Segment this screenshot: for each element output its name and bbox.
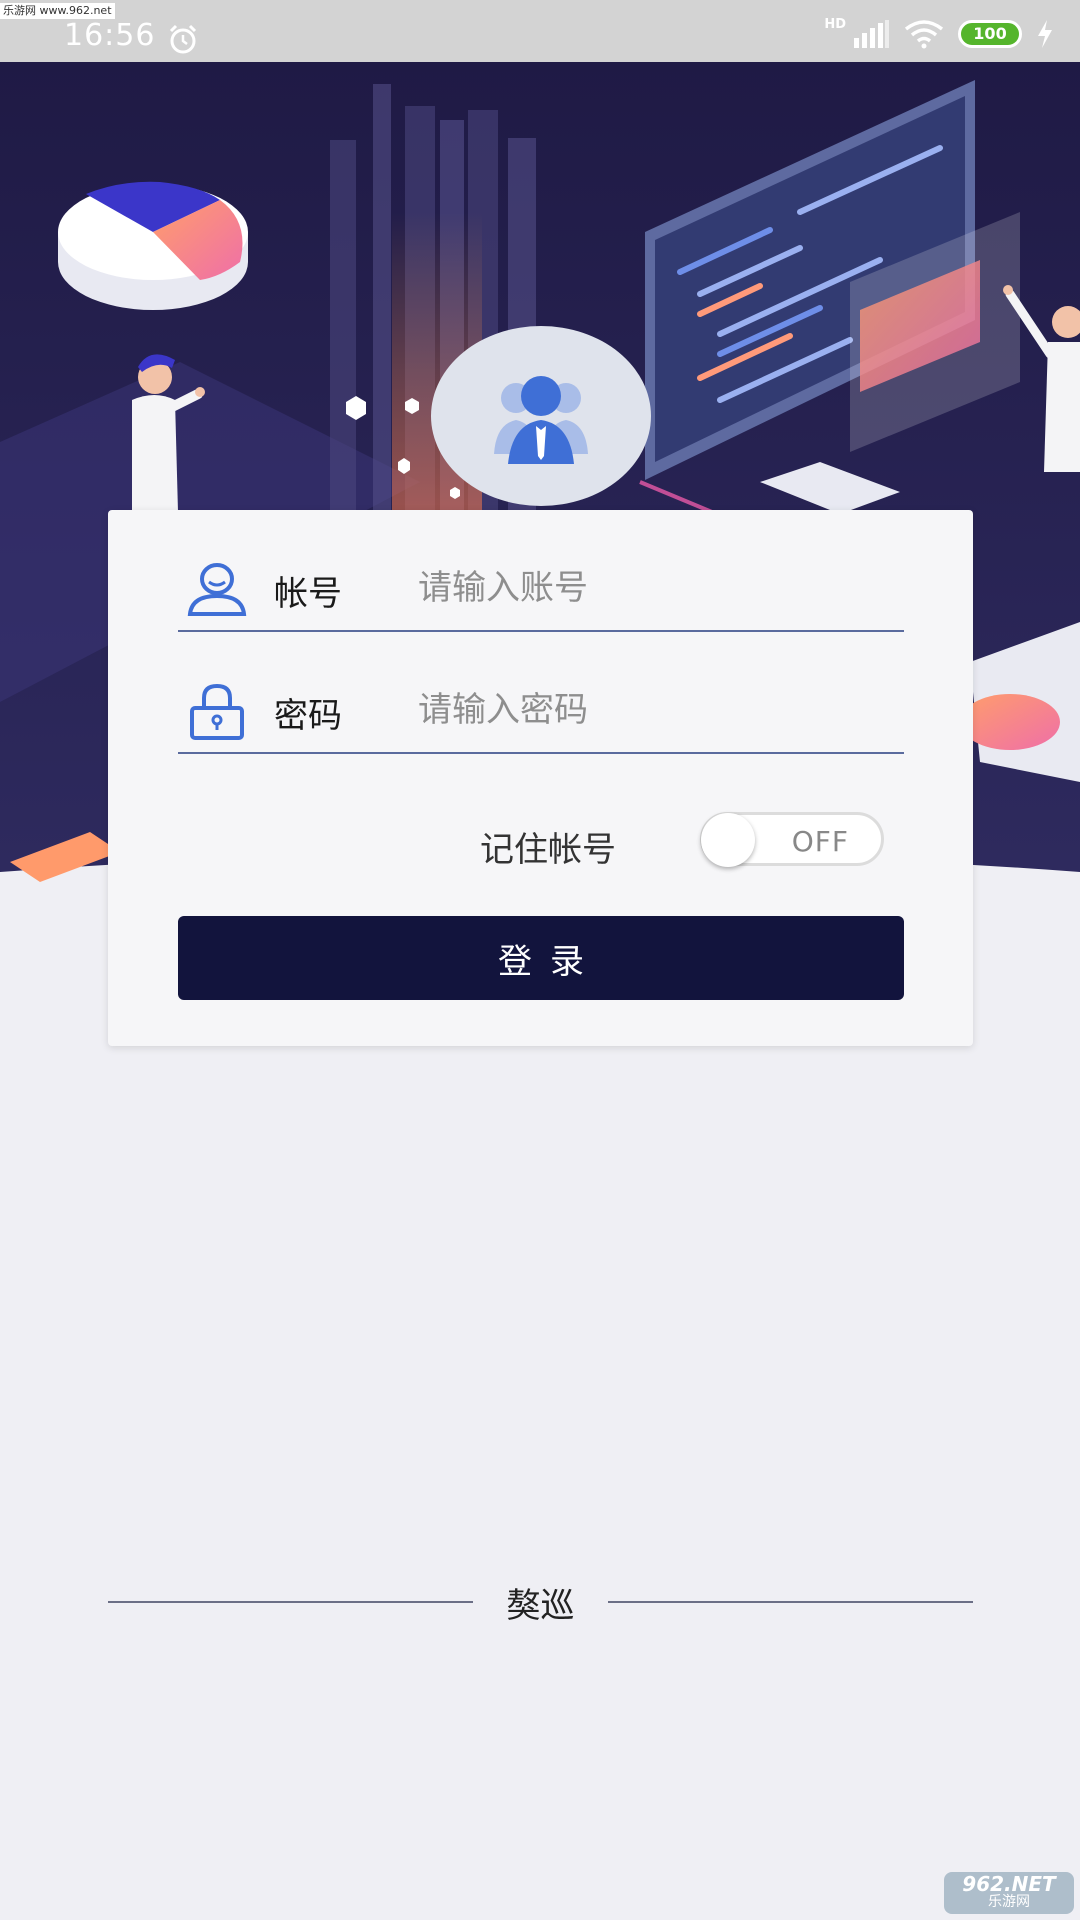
- brand-name: 獒巡: [506, 1586, 575, 1626]
- remember-account-toggle[interactable]: OFF: [700, 812, 884, 867]
- password-input[interactable]: [418, 680, 888, 740]
- footer-divider-right: [608, 1601, 973, 1603]
- status-bar: 乐游网 www.962.net 16:56 HD 100: [0, 0, 1080, 62]
- footer-divider-left: [108, 1601, 473, 1603]
- charging-icon: [1038, 20, 1052, 48]
- password-label: 密码: [274, 696, 342, 736]
- signal-icon: [854, 20, 889, 48]
- alarm-icon: [169, 24, 197, 54]
- login-button[interactable]: 登录: [178, 916, 904, 1000]
- user-avatar: [431, 326, 651, 506]
- account-label: 帐号: [274, 574, 342, 614]
- watermark-sub: 乐游网: [988, 1894, 1030, 1910]
- top-watermark: 乐游网 www.962.net: [0, 3, 115, 19]
- hd-indicator: HD: [824, 16, 846, 32]
- user-group-icon: [494, 376, 588, 464]
- password-field: 密码: [178, 632, 904, 754]
- status-time: 16:56: [64, 18, 156, 53]
- battery-indicator: 100: [958, 20, 1022, 48]
- remember-account-label: 记住帐号: [480, 830, 616, 870]
- toggle-state-text: OFF: [791, 825, 849, 858]
- user-icon: [187, 563, 247, 616]
- watermark-main: 962.NET: [962, 1872, 1056, 1896]
- account-field: 帐号: [178, 510, 904, 632]
- lock-icon: [190, 683, 244, 740]
- bottom-watermark: 962.NET 乐游网: [944, 1872, 1074, 1914]
- toggle-knob: [701, 813, 755, 867]
- account-input[interactable]: [418, 558, 888, 618]
- login-card: 帐号 密码 记住帐号 OFF 登录: [108, 510, 973, 1046]
- wifi-icon: [904, 20, 944, 49]
